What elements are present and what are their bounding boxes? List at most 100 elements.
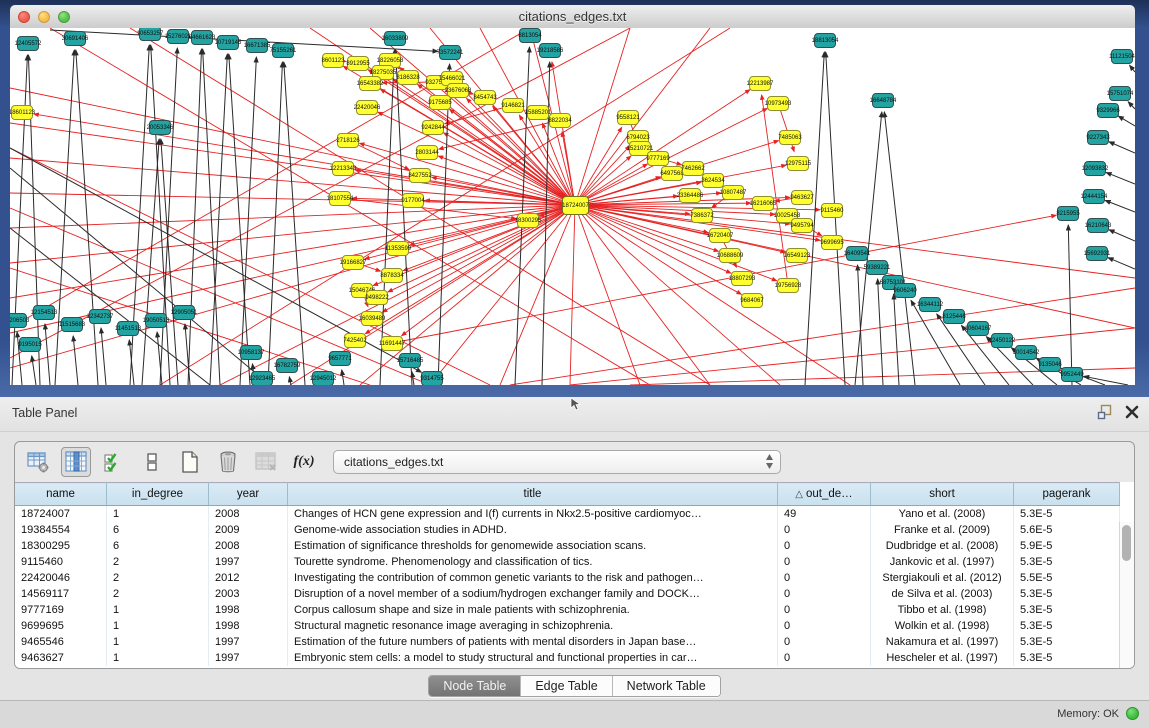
table-row[interactable]: 969969511998Structural magnetic resonanc… xyxy=(15,618,1120,634)
table-cell[interactable]: 1997 xyxy=(209,634,288,650)
graph-node[interactable]: 7485063 xyxy=(779,130,801,145)
table-cell[interactable]: Corpus callosum shape and size in male p… xyxy=(288,602,778,618)
graph-node[interactable]: 20053346 xyxy=(149,120,171,135)
table-row[interactable]: 946362711997Embryonic stem cells: a mode… xyxy=(15,650,1120,666)
graph-node[interactable]: 9329966 xyxy=(1097,103,1119,118)
table-cell[interactable]: 22420046 xyxy=(15,570,107,586)
graph-node[interactable]: 9558121 xyxy=(617,110,639,125)
graph-node[interactable]: 20206503 xyxy=(10,313,27,328)
table-cell[interactable]: 18724007 xyxy=(15,506,107,523)
graph-node[interactable]: 10014542 xyxy=(1015,345,1037,360)
memory-status-indicator[interactable] xyxy=(1126,707,1139,720)
graph-node[interactable]: 2803144 xyxy=(416,145,438,160)
table-cell[interactable]: 0 xyxy=(778,634,871,650)
table-cell[interactable]: 19384554 xyxy=(15,522,107,538)
table-cell[interactable]: 2003 xyxy=(209,586,288,602)
graph-node[interactable]: 9135046 xyxy=(1039,357,1061,372)
table-cell[interactable]: 2009 xyxy=(209,522,288,538)
table-cell[interactable]: 5.3E-5 xyxy=(1014,650,1120,666)
table-cell[interactable]: Estimation of the future numbers of pati… xyxy=(288,634,778,650)
table-row[interactable]: 1872400712008Changes of HCN gene express… xyxy=(15,506,1120,523)
graph-node[interactable]: 12975115 xyxy=(787,156,809,171)
table-cell[interactable]: Structural magnetic resonance image aver… xyxy=(288,618,778,634)
table-cell[interactable]: Tourette syndrome. Phenomenology and cla… xyxy=(288,554,778,570)
graph-node[interactable]: 59389221 xyxy=(866,260,888,275)
graph-node[interactable]: 9495794 xyxy=(791,218,813,233)
graph-node[interactable]: 18300295 xyxy=(517,213,539,228)
tab-edge-table[interactable]: Edge Table xyxy=(521,676,612,696)
table-row[interactable]: 2242004622012Investigating the contribut… xyxy=(15,570,1120,586)
graph-node[interactable]: 9227343 xyxy=(1087,130,1109,145)
graph-node[interactable]: 19166827 xyxy=(342,255,364,270)
table-cell[interactable]: de Silva et al. (2003) xyxy=(871,586,1014,602)
unselect-all-icon[interactable] xyxy=(137,447,167,477)
delete-icon[interactable] xyxy=(213,447,243,477)
graph-node[interactable]: 23364486 xyxy=(679,188,701,203)
table-selector-dropdown[interactable]: citations_edges.txt xyxy=(333,450,781,474)
graph-node[interactable]: 9175685 xyxy=(429,95,451,110)
table-cell[interactable]: 5.3E-5 xyxy=(1014,634,1120,650)
table-cell[interactable]: Changes of HCN gene expression and I(f) … xyxy=(288,506,778,523)
graph-node[interactable]: 9314755 xyxy=(421,371,443,385)
new-file-icon[interactable] xyxy=(175,447,205,477)
graph-node[interactable]: 9699695 xyxy=(821,235,843,250)
graph-node[interactable]: 10958137 xyxy=(240,345,262,360)
table-cell[interactable]: 9463627 xyxy=(15,650,107,666)
graph-node[interactable]: 73572241 xyxy=(439,45,461,60)
graph-node[interactable]: 10688609 xyxy=(719,248,741,263)
graph-node[interactable]: 8878334 xyxy=(381,268,403,283)
table-cell[interactable]: 2 xyxy=(107,554,209,570)
table-cell[interactable]: 2012 xyxy=(209,570,288,586)
graph-node[interactable]: 12905051 xyxy=(173,305,195,320)
graph-node[interactable]: 10973493 xyxy=(767,96,789,111)
graph-node[interactable]: 7425402 xyxy=(344,333,366,348)
table-cell[interactable]: 2008 xyxy=(209,538,288,554)
table-cell[interactable]: Wolkin et al. (1998) xyxy=(871,618,1014,634)
float-window-icon[interactable] xyxy=(1097,404,1113,420)
table-cell[interactable]: 14569117 xyxy=(15,586,107,602)
table-cell[interactable]: 9699695 xyxy=(15,618,107,634)
graph-node[interactable]: 30691406 xyxy=(64,31,86,46)
graph-node[interactable]: 8601123 xyxy=(322,53,344,68)
table-cell[interactable]: 5.3E-5 xyxy=(1014,618,1120,634)
graph-node[interactable]: 16210643 xyxy=(1087,218,1109,233)
graph-node[interactable]: 64661623 xyxy=(191,30,213,45)
graph-node[interactable]: 15885201 xyxy=(527,105,549,120)
graph-node[interactable]: 10807487 xyxy=(722,185,744,200)
table-cell[interactable]: 0 xyxy=(778,586,871,602)
table-cell[interactable]: 18300295 xyxy=(15,538,107,554)
graph-node[interactable]: 16409541 xyxy=(846,246,868,261)
graph-node[interactable]: 7386372 xyxy=(691,208,713,223)
graph-node[interactable]: 8427552 xyxy=(409,168,431,183)
graph-node[interactable]: 16671385 xyxy=(246,38,268,53)
table-cell[interactable]: 0 xyxy=(778,618,871,634)
tab-network-table[interactable]: Network Table xyxy=(613,676,720,696)
network-canvas[interactable]: 1240557230691406106532571527602164661623… xyxy=(10,28,1135,385)
graph-node[interactable]: 75155261 xyxy=(272,43,294,58)
graph-node[interactable]: 8454743 xyxy=(474,90,496,105)
table-cell[interactable]: Jankovic et al. (1997) xyxy=(871,554,1014,570)
table-cell[interactable]: 5.6E-5 xyxy=(1014,522,1120,538)
graph-node[interactable]: 9242844 xyxy=(422,120,444,135)
table-row[interactable]: 911546021997Tourette syndrome. Phenomeno… xyxy=(15,554,1120,570)
function-builder-icon[interactable]: f(x) xyxy=(289,447,319,477)
graph-node[interactable]: 16782759 xyxy=(276,358,298,373)
graph-node[interactable]: 9498222 xyxy=(366,290,388,305)
scrollbar-thumb[interactable] xyxy=(1122,525,1131,561)
graph-node[interactable]: 18813054 xyxy=(814,33,836,48)
table-settings-icon[interactable] xyxy=(23,447,53,477)
graph-node[interactable]: 12450122 xyxy=(991,333,1013,348)
graph-node[interactable]: 16033809 xyxy=(384,31,406,46)
table-cell[interactable]: Investigating the contribution of common… xyxy=(288,570,778,586)
table-cell[interactable]: 6 xyxy=(107,538,209,554)
graph-node[interactable]: 19756928 xyxy=(777,278,799,293)
table-cell[interactable]: 2 xyxy=(107,570,209,586)
graph-node[interactable]: 15692931 xyxy=(1086,246,1108,261)
graph-node[interactable]: 11121504 xyxy=(1111,49,1133,64)
graph-node[interactable]: 3624534 xyxy=(702,173,724,188)
graph-node[interactable]: 16039489 xyxy=(361,311,383,326)
table-cell[interactable]: Stergiakouli et al. (2012) xyxy=(871,570,1014,586)
table-cell[interactable]: 1997 xyxy=(209,650,288,666)
graph-node[interactable]: 15276021 xyxy=(167,29,189,44)
graph-node[interactable]: 16543382 xyxy=(359,76,381,91)
